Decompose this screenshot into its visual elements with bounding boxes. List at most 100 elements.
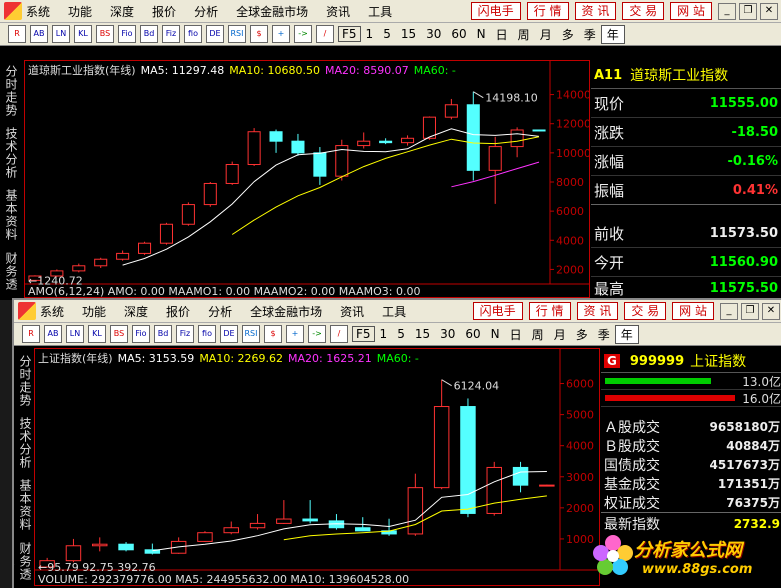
toolbar-btn-8[interactable]: Fiz (162, 25, 180, 43)
toolbar-btn-2[interactable]: AB (44, 325, 62, 343)
period-60min[interactable]: 60 (446, 27, 471, 41)
menu-item-system[interactable]: 系统 (40, 303, 64, 320)
minimize-icon[interactable]: _ (718, 2, 736, 20)
menu-item-quote[interactable]: 报价 (166, 303, 190, 320)
move-icon[interactable]: + (272, 25, 290, 43)
side-tab-fundamentals[interactable]: 基本资料 (14, 476, 34, 534)
period-30min[interactable]: 30 (421, 27, 446, 41)
toolbar-btn-7[interactable]: Bd (140, 25, 158, 43)
menu-item-quote[interactable]: 报价 (152, 3, 176, 20)
menu-item-system[interactable]: 系统 (26, 3, 50, 20)
close-icon[interactable]: ✕ (762, 302, 780, 320)
chart-dowjones-candles[interactable]: 140001200010000800060004000200014198.10←… (24, 60, 590, 298)
close-icon[interactable]: ✕ (760, 2, 778, 20)
tab-market[interactable]: 行 情 (528, 302, 571, 320)
period-quarter[interactable]: 季 (593, 326, 615, 343)
toolbar-btn-5[interactable]: BS (96, 25, 114, 43)
period-quarter[interactable]: 季 (579, 26, 601, 43)
pencil-icon[interactable]: / (316, 25, 334, 43)
menu-item-global-market[interactable]: 全球金融市场 (236, 3, 308, 20)
toolbar-btn-7[interactable]: Bd (154, 325, 172, 343)
period-day[interactable]: 日 (491, 26, 513, 43)
side-tab-intraday[interactable]: 分时走势 (14, 352, 34, 410)
menu-item-tools[interactable]: 工具 (368, 3, 392, 20)
chart-shanghai-candles[interactable]: 6000500040003000200010006124.04←95.79 92… (34, 348, 600, 586)
period-week[interactable]: 周 (527, 326, 549, 343)
menu-item-analysis[interactable]: 分析 (194, 3, 218, 20)
move-icon[interactable]: + (286, 325, 304, 343)
period-15min[interactable]: 15 (396, 27, 421, 41)
menu-item-global-market[interactable]: 全球金融市场 (250, 303, 322, 320)
tab-website[interactable]: 网 站 (670, 2, 712, 20)
toolbar-btn-6[interactable]: Fio (132, 325, 150, 343)
side-tab-financials[interactable]: 财务透视 (14, 538, 34, 584)
period-1min[interactable]: 1 (361, 27, 379, 41)
rsi-icon[interactable]: RSI (242, 325, 260, 343)
dollar-icon[interactable]: $ (264, 325, 282, 343)
toolbar-btn-5[interactable]: BS (110, 325, 128, 343)
period-year[interactable]: 年 (600, 24, 625, 44)
period-week[interactable]: 周 (513, 26, 535, 43)
side-tab-intraday[interactable]: 分时走势 (0, 62, 20, 120)
rsi-icon[interactable]: RSI (228, 25, 246, 43)
tab-website[interactable]: 网 站 (672, 302, 714, 320)
period-month[interactable]: 月 (535, 26, 557, 43)
tab-trade[interactable]: 交 易 (624, 302, 667, 320)
period-day[interactable]: 日 (505, 326, 527, 343)
toolbar-btn-9[interactable]: fio (184, 25, 202, 43)
period-f5[interactable]: F5 (352, 326, 375, 342)
toolbar-btn-10[interactable]: DE (220, 325, 238, 343)
period-15min[interactable]: 15 (410, 327, 435, 341)
menu-item-depth[interactable]: 深度 (110, 3, 134, 20)
dollar-icon[interactable]: $ (250, 25, 268, 43)
toolbar-btn-4[interactable]: KL (88, 325, 106, 343)
tab-flash-trade[interactable]: 闪电手 (470, 2, 521, 20)
toolbar-btn-4[interactable]: KL (74, 25, 92, 43)
toolbar-btn-9[interactable]: fio (198, 325, 216, 343)
toolbar-btn-2[interactable]: AB (30, 25, 48, 43)
side-tab-financials[interactable]: 财务透视 (0, 248, 20, 294)
quote-value: 11573.50 (709, 225, 778, 241)
period-1min[interactable]: 1 (375, 327, 393, 341)
pencil-icon[interactable]: / (330, 325, 348, 343)
side-tab-fundamentals[interactable]: 基本资料 (0, 186, 20, 244)
menu-item-depth[interactable]: 深度 (124, 303, 148, 320)
export-icon[interactable]: -> (294, 25, 312, 43)
toolbar-btn-1[interactable]: R (22, 325, 40, 343)
tab-trade[interactable]: 交 易 (622, 2, 665, 20)
toolbar-btn-3[interactable]: LN (52, 25, 70, 43)
menu-item-news[interactable]: 资讯 (340, 303, 364, 320)
menu-item-analysis[interactable]: 分析 (208, 303, 232, 320)
restore-icon[interactable]: ❐ (739, 2, 757, 20)
menu-item-function[interactable]: 功能 (68, 3, 92, 20)
export-icon[interactable]: -> (308, 325, 326, 343)
period-n[interactable]: N (472, 27, 491, 41)
tab-flash-trade[interactable]: 闪电手 (472, 302, 523, 320)
tab-news[interactable]: 资 讯 (574, 2, 617, 20)
period-multi[interactable]: 多 (557, 26, 579, 43)
side-tab-technical[interactable]: 技术分析 (14, 414, 34, 472)
period-multi[interactable]: 多 (571, 326, 593, 343)
tab-market[interactable]: 行 情 (526, 2, 569, 20)
toolbar-btn-3[interactable]: LN (66, 325, 84, 343)
menu-item-function[interactable]: 功能 (82, 303, 106, 320)
period-n[interactable]: N (486, 327, 505, 341)
tab-news[interactable]: 资 讯 (576, 302, 619, 320)
period-60min[interactable]: 60 (460, 327, 485, 341)
toolbar-btn-6[interactable]: Fio (118, 25, 136, 43)
minimize-icon[interactable]: _ (720, 302, 738, 320)
period-f5[interactable]: F5 (338, 26, 361, 42)
period-year[interactable]: 年 (614, 324, 639, 344)
period-5min[interactable]: 5 (378, 27, 396, 41)
menu-item-news[interactable]: 资讯 (326, 3, 350, 20)
period-month[interactable]: 月 (549, 326, 571, 343)
period-5min[interactable]: 5 (392, 327, 410, 341)
side-tab-technical[interactable]: 技术分析 (0, 124, 20, 182)
restore-icon[interactable]: ❐ (741, 302, 759, 320)
period-30min[interactable]: 30 (435, 327, 460, 341)
toolbar-btn-1[interactable]: R (8, 25, 26, 43)
chart-legend: 上证指数(年线) MA5: 3153.59 MA10: 2269.62 MA20: 1… (38, 351, 419, 365)
menu-item-tools[interactable]: 工具 (382, 303, 406, 320)
toolbar-btn-10[interactable]: DE (206, 25, 224, 43)
toolbar-btn-8[interactable]: Fiz (176, 325, 194, 343)
